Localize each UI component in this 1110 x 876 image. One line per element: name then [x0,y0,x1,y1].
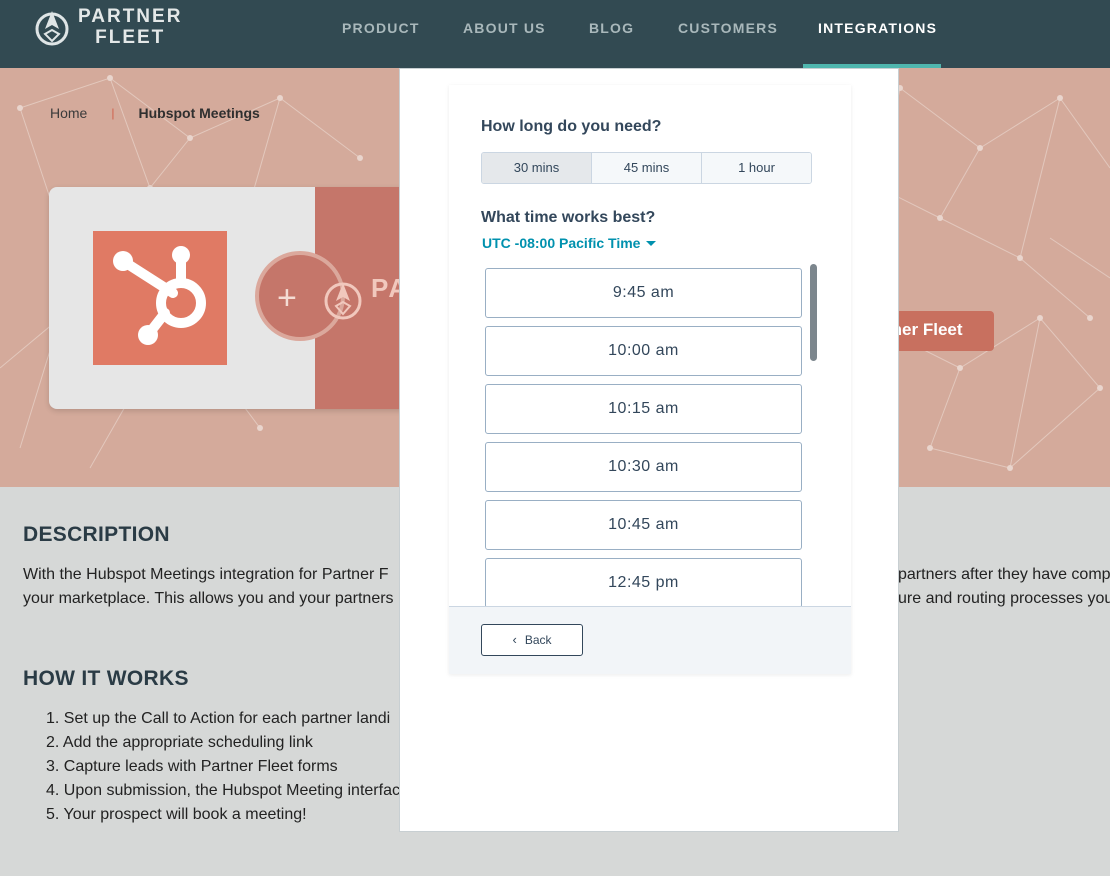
description-line1-right: partners after they have comp [898,566,1110,583]
nav-item-integrations[interactable]: INTEGRATIONS [818,20,937,36]
step-item: 5. Your prospect will book a meeting! [46,806,307,823]
breadcrumb-home[interactable]: Home [50,105,87,121]
duration-selector: 30 mins 45 mins 1 hour [481,152,812,184]
brand-line1: PARTNER [78,6,183,27]
brand-logo[interactable]: PARTNER FLEET [32,6,182,48]
back-button-label: Back [524,633,552,647]
description-heading: DESCRIPTION [23,523,170,546]
brand-wordmark: PARTNER FLEET [78,6,182,48]
nav-item-about-us[interactable]: ABOUT US [463,20,546,36]
timezone-dropdown[interactable]: UTC -08:00 Pacific Time [482,235,657,251]
description-line1-left: With the Hubspot Meetings integration fo… [23,566,389,583]
duration-option-30[interactable]: 30 mins [482,153,592,183]
time-slot-list: 9:45 am 10:00 am 10:15 am 10:30 am 10:45… [485,268,802,606]
brand-line2: FLEET [95,27,166,48]
nav-item-customers[interactable]: CUSTOMERS [678,20,778,36]
time-slot[interactable]: 10:45 am [485,500,802,550]
nav-item-product[interactable]: PRODUCT [342,20,420,36]
timezone-label: UTC -08:00 Pacific Time [482,235,641,251]
duration-question: How long do you need? [481,118,662,135]
duration-option-60[interactable]: 1 hour [702,153,811,183]
slot-list-scrollbar[interactable] [810,264,817,361]
step-item: 2. Add the appropriate scheduling link [46,734,313,751]
top-nav: PARTNER FLEET PRODUCT ABOUT US BLOG CUST… [0,0,1110,68]
breadcrumb: Home | Hubspot Meetings [50,105,260,121]
back-button[interactable]: ‹ Back [481,624,583,656]
description-line2-left: your marketplace. This allows you and yo… [23,590,394,607]
caret-down-icon [646,240,657,246]
how-it-works-heading: HOW IT WORKS [23,667,189,690]
breadcrumb-separator: | [111,106,115,120]
time-slot[interactable]: 12:45 pm [485,558,802,606]
time-slot[interactable]: 10:00 am [485,326,802,376]
scheduler-footer: ‹ Back [449,606,851,674]
step-item: 4. Upon submission, the Hubspot Meeting … [46,782,400,799]
steps-list: 1. Set up the Call to Action for each pa… [46,707,400,827]
scheduler-panel: How long do you need? 30 mins 45 mins 1 … [449,85,851,674]
step-item: 1. Set up the Call to Action for each pa… [46,710,391,727]
time-slot[interactable]: 10:15 am [485,384,802,434]
integration-card: + PA [49,187,429,409]
time-question: What time works best? [481,209,656,226]
hubspot-logo-tile [93,231,227,365]
plus-icon: + [277,279,297,317]
chevron-left-icon: ‹ [512,632,517,647]
time-slot[interactable]: 10:30 am [485,442,802,492]
duration-option-45[interactable]: 45 mins [592,153,702,183]
time-slot[interactable]: 9:45 am [485,268,802,318]
step-item: 3. Capture leads with Partner Fleet form… [46,758,338,775]
breadcrumb-current: Hubspot Meetings [138,105,260,121]
meeting-scheduler-modal: How long do you need? 30 mins 45 mins 1 … [399,68,899,832]
description-line2-right: ure and routing processes you [898,590,1110,607]
nav-item-blog[interactable]: BLOG [589,20,634,36]
hubspot-sprocket-icon [113,246,206,345]
partner-fleet-mark-icon [324,282,362,320]
compass-logo-icon [35,11,69,46]
